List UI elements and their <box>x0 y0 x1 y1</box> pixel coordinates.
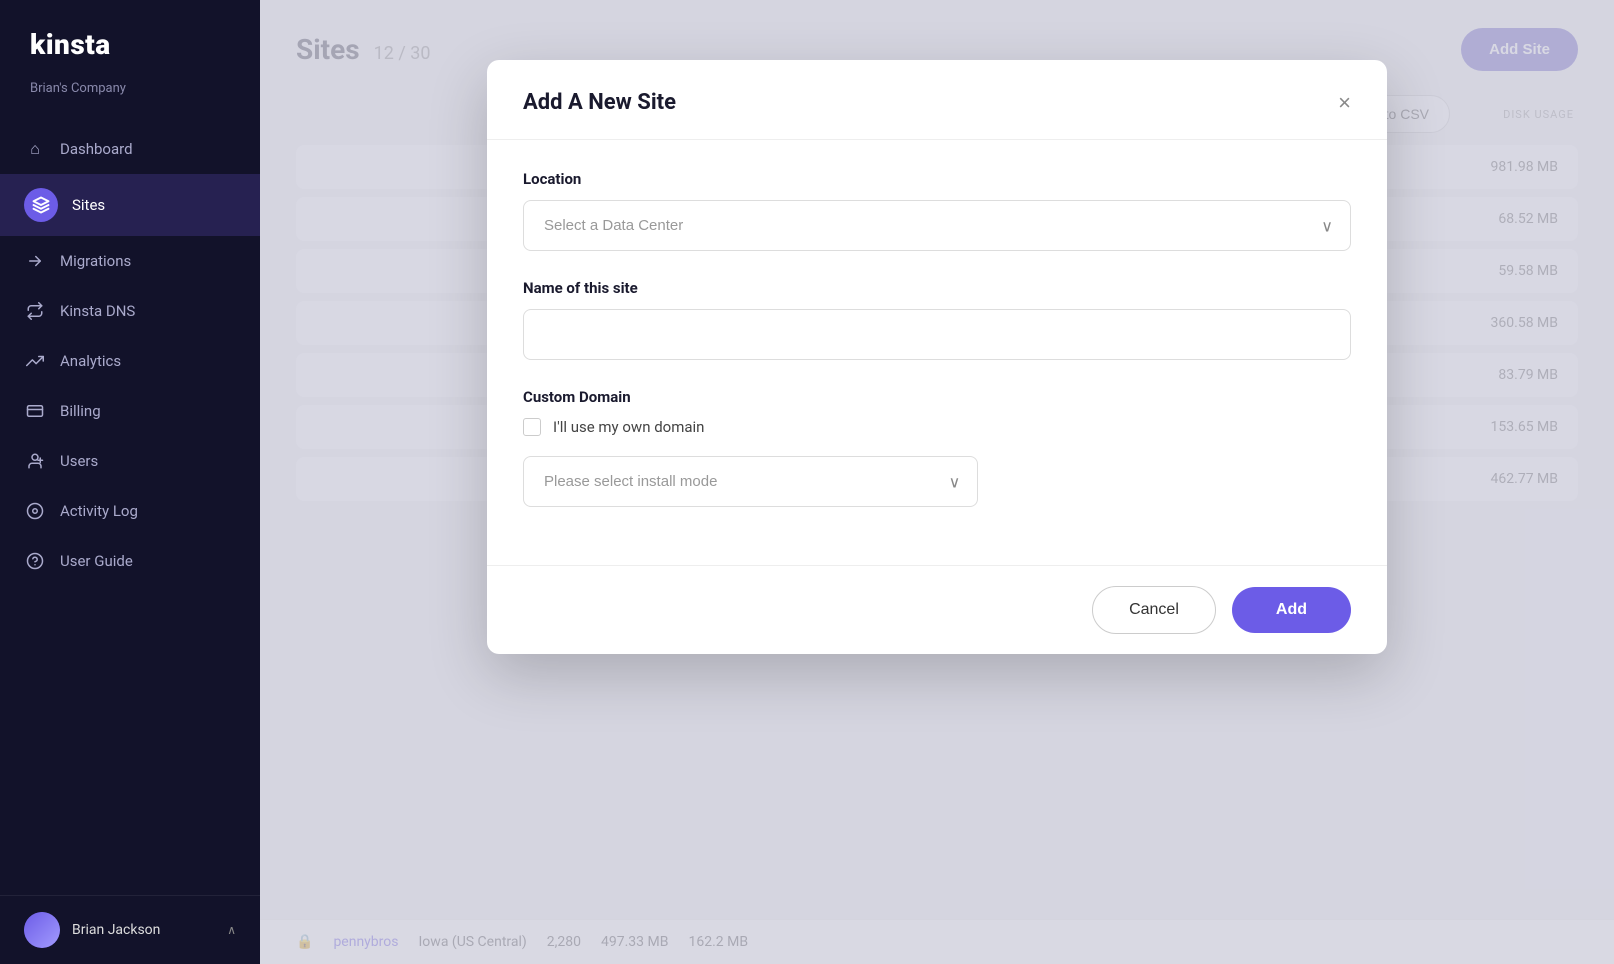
chevron-up-icon: ∧ <box>227 923 236 937</box>
data-center-select[interactable]: Select a Data Center <box>523 200 1351 251</box>
location-section: Location Select a Data Center ∨ <box>523 170 1351 251</box>
user-name: Brian Jackson <box>72 922 215 938</box>
site-name-section: Name of this site <box>523 279 1351 360</box>
cancel-button[interactable]: Cancel <box>1092 586 1216 634</box>
sidebar-item-label: Kinsta DNS <box>60 302 135 320</box>
own-domain-checkbox-row: I'll use my own domain <box>523 418 1351 436</box>
sidebar-item-analytics[interactable]: Analytics <box>0 336 260 386</box>
sidebar-item-sites[interactable]: Sites <box>0 174 260 236</box>
add-button[interactable]: Add <box>1232 587 1351 633</box>
sites-icon <box>24 188 58 222</box>
modal-overlay: Add A New Site × Location Select a Data … <box>260 0 1614 964</box>
sidebar-item-users[interactable]: Users <box>0 436 260 486</box>
location-label: Location <box>523 170 1351 188</box>
dns-icon <box>24 300 46 322</box>
modal-footer: Cancel Add <box>487 565 1387 654</box>
own-domain-checkbox[interactable] <box>523 418 541 436</box>
sidebar: kinsta Brian's Company ⌂ Dashboard Sites <box>0 0 260 964</box>
sidebar-item-label: Sites <box>72 196 105 214</box>
custom-domain-label: Custom Domain <box>523 388 1351 406</box>
user-guide-icon <box>24 550 46 572</box>
dashboard-icon: ⌂ <box>24 138 46 160</box>
sidebar-item-dashboard[interactable]: ⌂ Dashboard <box>0 124 260 174</box>
migrations-icon <box>24 250 46 272</box>
logo-area: kinsta <box>0 0 260 81</box>
avatar-image <box>24 912 60 948</box>
sidebar-item-label: Activity Log <box>60 502 138 520</box>
sidebar-item-user-guide[interactable]: User Guide <box>0 536 260 586</box>
kinsta-logo: kinsta <box>30 28 230 61</box>
company-name: Brian's Company <box>0 81 260 116</box>
sidebar-item-kinsta-dns[interactable]: Kinsta DNS <box>0 286 260 336</box>
sidebar-item-label: Dashboard <box>60 140 133 158</box>
users-icon <box>24 450 46 472</box>
user-profile[interactable]: Brian Jackson ∧ <box>0 895 260 964</box>
main-content: Sites 12 / 30 Add Site Export to CSV DIS… <box>260 0 1614 964</box>
sidebar-item-label: Users <box>60 452 98 470</box>
modal-body: Location Select a Data Center ∨ Name of … <box>487 140 1387 565</box>
data-center-select-wrapper: Select a Data Center ∨ <box>523 200 1351 251</box>
sidebar-nav: ⌂ Dashboard Sites Migrations <box>0 116 260 895</box>
sidebar-item-label: User Guide <box>60 552 133 570</box>
install-mode-select[interactable]: Please select install mode <box>523 456 978 507</box>
modal-header: Add A New Site × <box>487 60 1387 140</box>
sidebar-item-label: Billing <box>60 402 101 420</box>
modal-title: Add A New Site <box>523 90 676 115</box>
sidebar-item-migrations[interactable]: Migrations <box>0 236 260 286</box>
billing-icon <box>24 400 46 422</box>
analytics-icon <box>24 350 46 372</box>
sidebar-item-label: Migrations <box>60 252 131 270</box>
sidebar-item-activity-log[interactable]: Activity Log <box>0 486 260 536</box>
custom-domain-section: Custom Domain I'll use my own domain Ple… <box>523 388 1351 507</box>
own-domain-label: I'll use my own domain <box>553 418 704 436</box>
sidebar-item-label: Analytics <box>60 352 121 370</box>
activity-log-icon <box>24 500 46 522</box>
site-name-input[interactable] <box>523 309 1351 360</box>
sidebar-item-billing[interactable]: Billing <box>0 386 260 436</box>
avatar <box>24 912 60 948</box>
install-mode-wrapper: Please select install mode ∨ <box>523 456 978 507</box>
modal-close-button[interactable]: × <box>1338 92 1351 114</box>
add-site-modal: Add A New Site × Location Select a Data … <box>487 60 1387 654</box>
site-name-label: Name of this site <box>523 279 1351 297</box>
install-mode-select-wrapper: Please select install mode ∨ <box>523 456 978 507</box>
